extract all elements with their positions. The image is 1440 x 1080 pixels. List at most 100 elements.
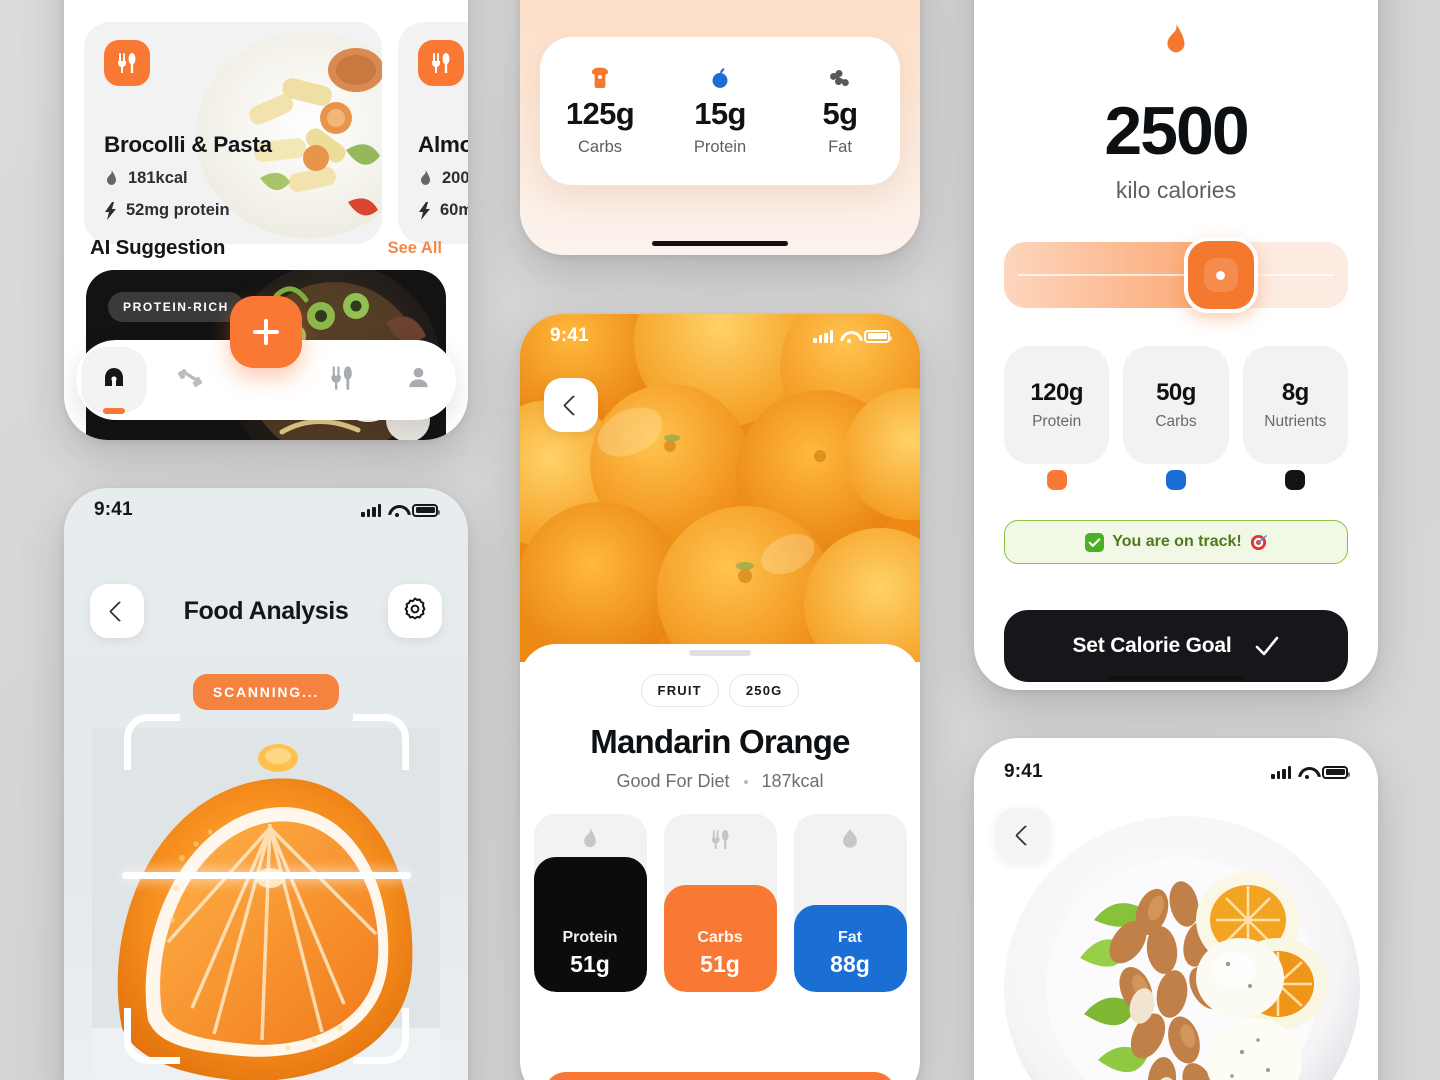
bar-label: Protein [562,929,618,946]
back-button[interactable] [90,584,144,638]
flame-icon [1004,24,1348,63]
kcal-value: 187kcal [761,771,824,791]
wifi-icon [1298,766,1315,779]
wifi-icon [388,504,405,517]
set-calorie-goal-button[interactable]: Set Calorie Goal [1004,610,1348,682]
macro-label: Fat [828,137,852,156]
settings-button[interactable] [387,584,442,638]
macro-bar-chart: Protein 51g Carbs 51g Fat 88g [520,814,920,992]
dumbbell-icon [176,364,204,397]
frame-corner-icon [124,714,180,770]
kcal-text: 200kcal [442,169,468,187]
bar-value: 88g [830,951,870,977]
macro-value: 15g [694,95,746,131]
diet-note: Good For Diet [616,771,730,791]
nutrient-card-nutrients[interactable]: 8g Nutrients [1242,346,1348,492]
slider-track [1018,274,1334,276]
nutrient-label: Carbs [1155,413,1197,430]
meal-photo-panel: 9:41 [974,738,1378,1080]
frame-corner-icon [353,714,409,770]
button-label: Set Calorie Goal [1072,634,1232,657]
sidebar-item-home[interactable] [76,340,152,420]
macro-value: 125g [565,95,635,131]
primary-action-button[interactable] [544,1072,896,1080]
macro-item-fat: 5g Fat [780,66,900,157]
nutrient-color-dot [1046,470,1067,490]
cutlery-icon [418,40,464,86]
nutrient-card-protein[interactable]: 120g Protein [1004,346,1110,492]
status-bar: 9:41 [64,488,468,532]
section-title: AI Suggestion [90,236,226,259]
status-bar: 9:41 [974,750,1378,794]
food-detail-sheet: FRUIT 250G Mandarin Orange Good For Diet… [520,644,920,1080]
nutrient-label: Nutrients [1264,413,1327,430]
food-card-kcal: 181kcal [104,169,188,188]
calorie-value: 2500 [1104,93,1249,169]
sheet-grabber[interactable] [689,650,751,656]
home-indicator [652,241,788,246]
bar-fill: Carbs 51g [663,885,777,992]
slider-knob-icon [1203,258,1238,292]
calorie-slider[interactable] [1004,237,1348,313]
nutrient-label: Protein [1032,413,1082,430]
macro-bar-protein: Protein 51g [533,814,647,992]
bar-fill: Fat 88g [793,904,907,992]
see-all-link[interactable]: See All [388,239,442,258]
cutlery-icon [329,364,355,397]
nutrient-color-dot [1285,470,1306,490]
gear-icon [402,596,428,627]
nutrient-card-carbs[interactable]: 50g Carbs [1123,346,1229,492]
sidebar-item-workout[interactable] [152,340,228,420]
screenshot-canvas: Brocolli & Pasta 181kcal 52mg protein Al… [0,0,1440,1080]
tag-row: FRUIT 250G [520,674,920,707]
nutrient-color-dot [1165,470,1186,490]
bar-value: 51g [700,951,740,977]
food-card-title: Almond [418,132,468,157]
bar-label: Carbs [697,929,743,946]
status-time: 9:41 [1004,761,1043,782]
battery-icon [412,503,440,517]
frame-corner-icon [124,1008,180,1064]
bread-icon [587,66,613,90]
slider-knob[interactable] [1183,237,1258,313]
food-analysis-panel: 9:41 Food Analysis SCANNING... [64,488,468,1080]
sidebar-item-meals[interactable] [304,340,380,420]
macro-bar-carbs: Carbs 51g [663,814,777,992]
check-icon [1254,635,1280,657]
ai-card-tag: PROTEIN-RICH [108,292,244,322]
flame-icon [104,169,119,188]
frame-corner-icon [353,1008,409,1064]
nutrient-value: 120g [1030,379,1084,406]
macro-bar-fat: Fat 88g [793,814,907,992]
macro-label: Protein [693,137,747,156]
sidebar-item-profile[interactable] [380,340,456,420]
scan-line [122,872,411,879]
wifi-icon [840,330,857,343]
scan-frame [122,714,411,1064]
home-indicator [1108,676,1244,681]
macro-item-carbs: 125g Carbs [540,66,660,157]
active-tab-indicator [103,408,125,414]
add-button[interactable] [230,296,302,368]
signal-icon [361,503,381,517]
macro-item-protein: 15g Protein [660,66,780,157]
food-hero-image [520,314,920,662]
food-title: Mandarin Orange [590,723,850,760]
check-badge-icon [1085,532,1105,552]
food-card-title: Brocolli & Pasta [104,132,272,157]
back-button[interactable] [544,378,598,432]
person-icon [405,364,432,396]
nutrient-value: 8g [1281,379,1310,406]
screen-header: Food Analysis [64,568,468,638]
signal-icon [813,329,833,343]
tag-weight[interactable]: 250G [728,674,800,707]
nutrient-row: 120g Protein 50g Carbs 8g Nutrients [1004,346,1348,492]
macro-label: Carbs [577,137,622,156]
status-text: You are on track! [1112,533,1242,550]
target-icon [1250,534,1267,551]
macro-value: 5g [822,95,859,131]
status-time: 9:41 [94,499,133,520]
tag-category[interactable]: FRUIT [640,674,719,707]
status-badge: SCANNING... [192,674,340,710]
status-time: 9:41 [550,325,589,346]
